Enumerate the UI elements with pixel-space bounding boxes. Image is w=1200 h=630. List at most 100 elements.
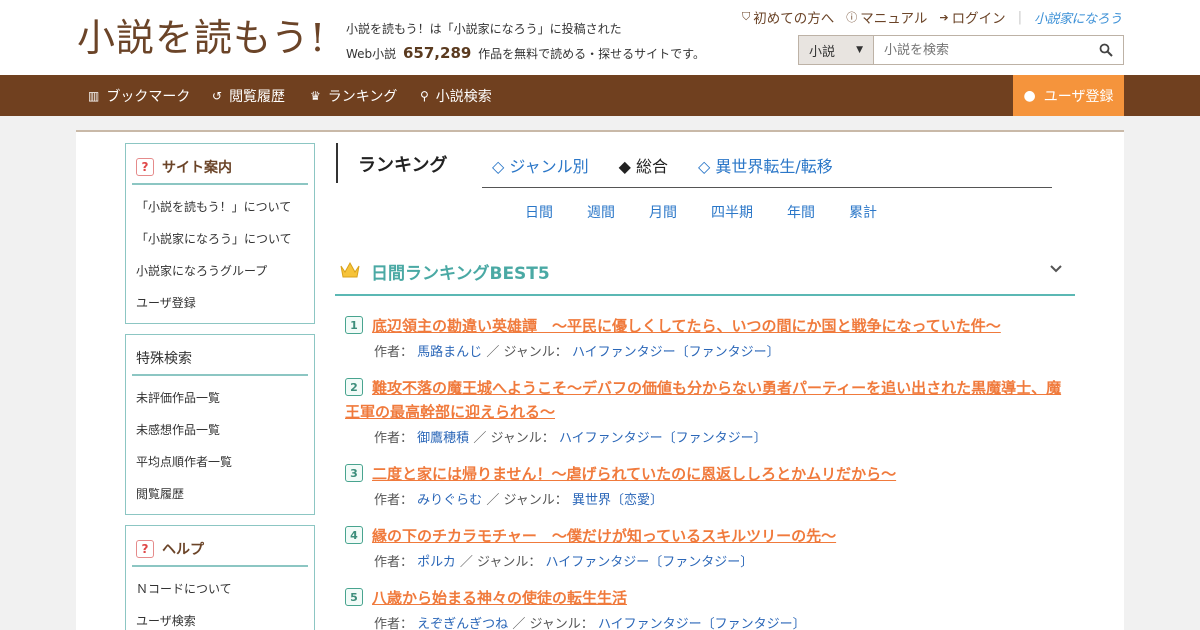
- nav-ranking-label: ランキング: [327, 88, 398, 105]
- period-yearly[interactable]: 年間: [787, 202, 815, 222]
- narou-logo[interactable]: 小説家になろう: [1034, 8, 1122, 27]
- ranking-entry: 5 八歳から始まる神々の使徒の転生生活 作者： えぞぎんぎつね ／ ジャンル： …: [345, 586, 1075, 630]
- ranking-entry: 4 縁の下のチカラモチャー ～僕だけが知っているスキルツリーの先～ 作者： ポル…: [345, 524, 1075, 570]
- period-monthly[interactable]: 月間: [649, 202, 677, 222]
- work-count: 657,289: [403, 44, 472, 62]
- chevron-down-icon[interactable]: [1049, 262, 1063, 280]
- search-icon: ⚲: [420, 88, 429, 103]
- nav-bookmark-label: ブックマーク: [106, 88, 191, 105]
- question-icon: ?: [136, 540, 154, 558]
- sidebar-item-group[interactable]: 小説家になろうグループ: [126, 255, 314, 287]
- question-icon: ?: [136, 158, 154, 176]
- sidebar-item-avg-authors[interactable]: 平均点順作者一覧: [126, 446, 314, 478]
- search-type-select[interactable]: 小説 ▼: [799, 36, 874, 64]
- tagline-suffix: 作品を無料で読める・探せるサイトです。: [478, 47, 705, 61]
- sidebar-item-unrated[interactable]: 未評価作品一覧: [126, 382, 314, 414]
- sidebar-item-history[interactable]: 閲覧履歴: [126, 478, 314, 510]
- nav-ranking[interactable]: ♛ ランキング: [310, 75, 397, 116]
- ranking-entry: 3 二度と家には帰りません！～虐げられていたのに恩返ししろとかムリだから～ 作者…: [345, 462, 1075, 508]
- nav-history[interactable]: ↺ 閲覧履歴: [212, 75, 285, 116]
- novel-meta: 作者： えぞぎんぎつね ／ ジャンル： ハイファンタジー〔ファンタジー〕: [345, 613, 1075, 630]
- special-search-title: 特殊検索: [136, 351, 192, 367]
- genre-link[interactable]: ハイファンタジー〔ファンタジー〕: [572, 345, 780, 360]
- special-search-box: 特殊検索 未評価作品一覧 未感想作品一覧 平均点順作者一覧 閲覧履歴: [125, 334, 315, 515]
- genre-link[interactable]: ハイファンタジー〔ファンタジー〕: [598, 617, 806, 630]
- rank-number: 3: [345, 464, 363, 482]
- rank-number: 1: [345, 316, 363, 334]
- sidebar-item-no-review[interactable]: 未感想作品一覧: [126, 414, 314, 446]
- tagline-line2: Web小説 657,289 作品を無料で読める・探せるサイトです。: [346, 41, 705, 66]
- beginner-link-label: 初めての方へ: [753, 11, 835, 27]
- rank-number: 2: [345, 378, 363, 396]
- genre-label: ／ ジャンル：: [473, 431, 555, 446]
- genre-link[interactable]: 異世界〔恋愛〕: [572, 493, 663, 508]
- nav-search[interactable]: ⚲ 小説検索: [420, 75, 492, 116]
- author-link[interactable]: 御鷹穂積: [417, 431, 469, 446]
- tab-overall[interactable]: ◆ 総合: [619, 153, 668, 177]
- top-links: ⛉ 初めての方へ ⓘ マニュアル ➔ ログイン | 小説家になろう: [742, 6, 1122, 28]
- genre-label: ／ ジャンル：: [486, 493, 568, 508]
- tab-isekai[interactable]: ◇ 異世界転生/転移: [698, 153, 833, 177]
- author-link[interactable]: みりぐらむ: [417, 493, 482, 508]
- search-button[interactable]: [1089, 36, 1123, 64]
- crown-icon: ♛: [310, 88, 321, 103]
- novel-meta: 作者： ポルカ ／ ジャンル： ハイファンタジー〔ファンタジー〕: [345, 551, 1075, 570]
- author-link[interactable]: ポルカ: [417, 555, 456, 570]
- best5-title: 日間ランキングBEST5: [371, 264, 550, 284]
- tagline-line1: 小説を読もう！は「小説家になろう」に投稿された: [346, 22, 622, 36]
- site-tagline: 小説を読もう！は「小説家になろう」に投稿された Web小説 657,289 作品…: [346, 17, 705, 66]
- main-nav: ▥ ブックマーク ↺ 閲覧履歴 ♛ ランキング ⚲ 小説検索 ● ユーザ登録: [0, 75, 1200, 116]
- beginner-link[interactable]: ⛉ 初めての方へ: [742, 7, 834, 27]
- genre-link[interactable]: ハイファンタジー〔ファンタジー〕: [546, 555, 754, 570]
- best5-header[interactable]: 日間ランキングBEST5: [335, 254, 1075, 296]
- tab-genre[interactable]: ◇ ジャンル別: [492, 153, 589, 177]
- genre-link[interactable]: ハイファンタジー〔ファンタジー〕: [559, 431, 767, 446]
- special-search-header: 特殊検索: [132, 342, 308, 376]
- manual-link[interactable]: ⓘ マニュアル: [846, 7, 927, 27]
- register-label: ユーザ登録: [1043, 88, 1114, 105]
- sidebar-item-user-search[interactable]: ユーザ検索: [126, 605, 314, 630]
- novel-title-link[interactable]: 二度と家には帰りません！～虐げられていたのに恩返ししろとかムリだから～: [345, 462, 1075, 486]
- author-link[interactable]: 馬路まんじ: [417, 345, 482, 360]
- ranking-accent-bar: [336, 143, 338, 183]
- crown-icon: [340, 261, 360, 278]
- author-label: 作者：: [374, 345, 414, 360]
- novel-title-link[interactable]: 八歳から始まる神々の使徒の転生生活: [345, 586, 1075, 610]
- search-input[interactable]: [874, 36, 1089, 64]
- site-header: 小説を読もう! 小説を読もう！は「小説家になろう」に投稿された Web小説 65…: [0, 0, 1200, 75]
- period-daily[interactable]: 日間: [525, 202, 553, 222]
- bookmark-icon: ▥: [88, 88, 100, 103]
- ranking-entry: 2 難攻不落の魔王城へようこそ～デバフの価値も分からない勇者パーティーを追い出さ…: [345, 376, 1075, 446]
- site-info-header: ? サイト案内: [132, 151, 308, 185]
- ranking-title: ランキング: [358, 155, 448, 176]
- site-logo[interactable]: 小説を読もう!: [77, 14, 326, 62]
- period-total[interactable]: 累計: [849, 202, 877, 222]
- sidebar-item-about-narou[interactable]: 「小説家になろう」について: [126, 223, 314, 255]
- sidebar-item-register[interactable]: ユーザ登録: [126, 287, 314, 319]
- novel-meta: 作者： 御鷹穂積 ／ ジャンル： ハイファンタジー〔ファンタジー〕: [345, 427, 1075, 446]
- author-label: 作者：: [374, 555, 414, 570]
- shield-icon: ⛉: [742, 10, 751, 23]
- tagline-prefix: Web小説: [346, 47, 397, 61]
- login-link[interactable]: ➔ ログイン: [939, 7, 1005, 28]
- search-icon: [1099, 43, 1113, 57]
- sidebar-item-about-yomou[interactable]: 「小説を読もう！」について: [126, 191, 314, 223]
- help-header: ? ヘルプ: [132, 533, 308, 567]
- author-link[interactable]: えぞぎんぎつね: [417, 617, 508, 630]
- period-links: 日間 週間 月間 四半期 年間 累計: [525, 202, 911, 222]
- register-button[interactable]: ● ユーザ登録: [1013, 75, 1124, 116]
- nav-search-label: 小説検索: [435, 88, 492, 105]
- ranking-tabs: ◇ ジャンル別 ◆ 総合 ◇ 異世界転生/転移: [492, 153, 833, 177]
- period-quarterly[interactable]: 四半期: [711, 202, 753, 222]
- novel-title-link[interactable]: 難攻不落の魔王城へようこそ～デバフの価値も分からない勇者パーティーを追い出された…: [345, 376, 1075, 424]
- question-circle-icon: ⓘ: [846, 11, 858, 24]
- novel-meta: 作者： みりぐらむ ／ ジャンル： 異世界〔恋愛〕: [345, 489, 1075, 508]
- nav-bookmark[interactable]: ▥ ブックマーク: [88, 75, 190, 116]
- caret-down-icon: ▼: [856, 45, 863, 55]
- help-box: ? ヘルプ Ｎコードについて ユーザ検索: [125, 525, 315, 630]
- novel-title-link[interactable]: 縁の下のチカラモチャー ～僕だけが知っているスキルツリーの先～: [345, 524, 1075, 548]
- period-weekly[interactable]: 週間: [587, 202, 615, 222]
- author-label: 作者：: [374, 617, 414, 630]
- novel-title-link[interactable]: 底辺領主の勘違い英雄譚 ～平民に優しくしてたら、いつの間にか国と戦争になっていた…: [345, 314, 1075, 338]
- sidebar-item-ncode[interactable]: Ｎコードについて: [126, 573, 314, 605]
